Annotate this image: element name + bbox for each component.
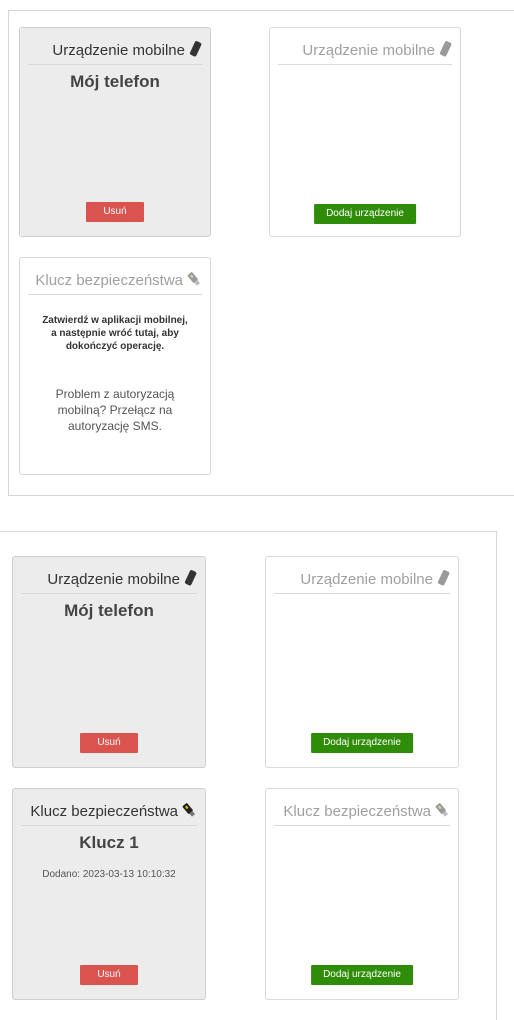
added-label: Dodano: bbox=[42, 869, 81, 880]
mobile-device-empty-card: Urządzenie mobilne Dodaj urządzenie bbox=[265, 556, 459, 768]
remove-device-button[interactable]: Usuń bbox=[80, 733, 138, 753]
auth-devices-panel-2: Urządzenie mobilne Mój telefon Usuń Urzą… bbox=[0, 531, 497, 1020]
card-title: Klucz bezpieczeństwa bbox=[30, 803, 178, 820]
phone-icon bbox=[189, 41, 202, 57]
phone-icon bbox=[437, 570, 450, 586]
card-title: Urządzenie mobilne bbox=[52, 42, 185, 59]
usb-key-icon bbox=[182, 803, 196, 817]
add-device-button[interactable]: Dodaj urządzenie bbox=[314, 204, 416, 224]
device-name: Mój telefon bbox=[70, 72, 160, 91]
mobile-device-empty-card: Urządzenie mobilne Dodaj urządzenie bbox=[269, 27, 461, 237]
card-header: Urządzenie mobilne bbox=[278, 40, 452, 65]
card-header: Klucz bezpieczeństwa bbox=[21, 801, 197, 826]
card-header: Klucz bezpieczeństwa bbox=[274, 801, 450, 826]
auth-devices-panel-1: Urządzenie mobilne Mój telefon Usuń Urzą… bbox=[8, 10, 514, 496]
card-title: Urządzenie mobilne bbox=[302, 42, 435, 59]
phone-icon bbox=[184, 570, 197, 586]
switch-to-sms-link[interactable]: Problem z autoryzacją mobilną? Przełącz … bbox=[38, 386, 192, 434]
card-title: Klucz bezpieczeństwa bbox=[35, 272, 183, 289]
add-device-button[interactable]: Dodaj urządzenie bbox=[311, 733, 413, 753]
added-date: Dodano: 2023-03-13 10:10:32 bbox=[13, 869, 205, 880]
remove-device-button[interactable]: Usuń bbox=[86, 202, 144, 222]
usb-key-icon bbox=[435, 803, 449, 817]
card-title: Klucz bezpieczeństwa bbox=[283, 803, 431, 820]
phone-icon bbox=[439, 41, 452, 57]
mobile-confirm-message: Zatwierdź w aplikacji mobilnej, a następ… bbox=[42, 315, 188, 352]
add-key-button[interactable]: Dodaj urządzenie bbox=[311, 965, 413, 985]
card-header: Urządzenie mobilne bbox=[21, 569, 197, 594]
mobile-device-card: Urządzenie mobilne Mój telefon Usuń bbox=[19, 27, 211, 237]
remove-key-button[interactable]: Usuń bbox=[80, 965, 138, 985]
security-key-pending-card: Klucz bezpieczeństwa Zatwierdź w aplikac… bbox=[19, 257, 211, 475]
card-header: Klucz bezpieczeństwa bbox=[28, 270, 202, 295]
card-header: Urządzenie mobilne bbox=[274, 569, 450, 594]
device-name: Mój telefon bbox=[64, 601, 154, 620]
card-header: Urządzenie mobilne bbox=[28, 40, 202, 65]
mobile-device-card: Urządzenie mobilne Mój telefon Usuń bbox=[12, 556, 206, 768]
added-value: 2023-03-13 10:10:32 bbox=[82, 869, 176, 880]
security-key-card: Klucz bezpieczeństwa Klucz 1 Dodano: 202… bbox=[12, 788, 206, 1000]
device-name: Klucz 1 bbox=[79, 833, 139, 852]
security-key-empty-card: Klucz bezpieczeństwa Dodaj urządzenie bbox=[265, 788, 459, 1000]
usb-key-icon bbox=[187, 272, 201, 286]
card-title: Urządzenie mobilne bbox=[300, 571, 433, 588]
card-title: Urządzenie mobilne bbox=[47, 571, 180, 588]
